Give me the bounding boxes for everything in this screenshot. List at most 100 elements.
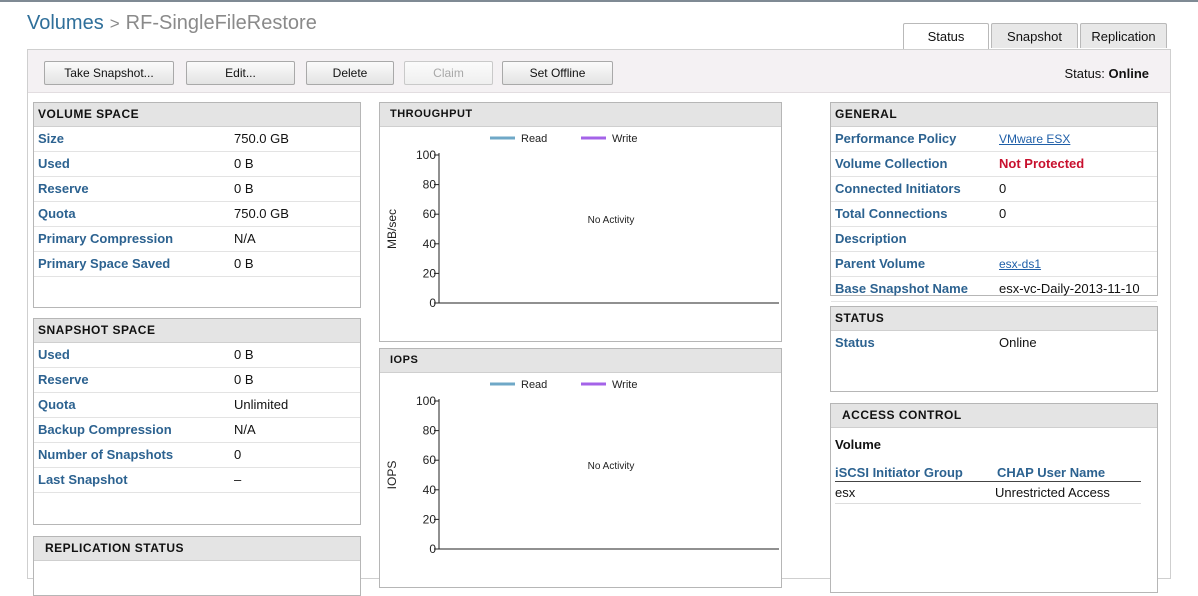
row-value: Unlimited — [234, 397, 289, 412]
row-value: 750.0 GB — [234, 206, 289, 221]
volume-space-header: VOLUME SPACE — [34, 103, 360, 127]
row-value: Not Protected — [999, 156, 1085, 171]
snapshot-space-row: Number of Snapshots 0 — [34, 443, 360, 468]
snapshot-space-row: Reserve 0 B — [34, 368, 360, 393]
row-value: esx-vc-Daily-2013-11-10 — [999, 281, 1140, 296]
row-value: 750.0 GB — [234, 131, 289, 146]
row-value: 0 B — [234, 372, 254, 387]
throughput-header: THROUGHPUT — [380, 103, 781, 127]
snapshot-space-row: Last Snapshot – — [34, 468, 360, 493]
column-header-initiator-group: iSCSI Initiator Group — [835, 465, 963, 480]
volume-space-row: Quota 750.0 GB — [34, 202, 360, 227]
snapshot-space-panel: SNAPSHOT SPACE Used 0 B Reserve 0 B Quota U… — [33, 318, 361, 525]
throughput-panel: THROUGHPUT Read Write 100 80 60 40 20 0 MB/sec No… — [379, 102, 782, 342]
y-axis-label: IOPS — [385, 461, 399, 490]
take-snapshot-button[interactable]: Take Snapshot... — [44, 61, 174, 85]
row-key: Used — [38, 347, 70, 362]
status-readout-value: Online — [1108, 66, 1149, 81]
row-value: 0 B — [234, 347, 254, 362]
row-divider — [835, 503, 1141, 504]
edit-button[interactable]: Edit... — [186, 61, 295, 85]
page-title: Volumes > RF-SingleFileRestore — [27, 12, 317, 35]
status-row: Status Online — [831, 331, 1157, 355]
general-row: Base Snapshot Name esx-vc-Daily-2013-11-1… — [831, 277, 1157, 302]
general-row: Total Connections 0 — [831, 202, 1157, 227]
row-value: 0 — [999, 206, 1007, 221]
access-control-header: ACCESS CONTROL — [831, 404, 1157, 428]
y-tick-label: 0 — [429, 542, 436, 556]
iops-panel: IOPS Read Write 100 80 60 40 20 0 IOPS No Activit… — [379, 348, 782, 588]
row-value: 0 B — [234, 181, 254, 196]
breadcrumb-current: RF-SingleFileRestore — [125, 12, 317, 34]
snapshot-space-header: SNAPSHOT SPACE — [34, 319, 360, 343]
y-tick-label: 20 — [423, 266, 437, 280]
iops-header: IOPS — [380, 349, 781, 373]
row-key: Reserve — [38, 181, 89, 196]
volume-space-row: Used 0 B — [34, 152, 360, 177]
volume-space-panel: VOLUME SPACE Size 750.0 GB Used 0 B Reserv… — [33, 102, 361, 308]
row-key: Last Snapshot — [38, 472, 128, 487]
y-tick-label: 100 — [416, 394, 436, 408]
iops-chart: Read Write 100 80 60 40 20 0 IOPS No Activity — [380, 372, 781, 586]
general-row: Parent Volume esx-ds1 — [831, 252, 1157, 277]
tab-snapshot[interactable]: Snapshot — [991, 23, 1078, 48]
breadcrumb-root[interactable]: Volumes — [27, 12, 104, 34]
performance-policy-link[interactable]: VMware ESX — [999, 127, 1070, 151]
throughput-chart: Read Write 100 80 60 40 20 0 MB/sec No Activity — [380, 126, 781, 340]
parent-volume-link[interactable]: esx-ds1 — [999, 252, 1041, 276]
delete-button[interactable]: Delete — [306, 61, 394, 85]
initiator-group-cell: esx — [835, 485, 856, 500]
status-panel: STATUS Status Online — [830, 306, 1158, 392]
row-key: Base Snapshot Name — [835, 281, 968, 296]
row-key: Size — [38, 131, 65, 146]
chap-user-cell: Unrestricted Access — [995, 485, 1110, 500]
tab-replication[interactable]: Replication — [1080, 23, 1167, 48]
toolbar: Take Snapshot... Edit... Delete Claim Se… — [28, 50, 1170, 93]
row-key: Status — [835, 335, 875, 350]
general-row: Connected Initiators 0 — [831, 177, 1157, 202]
column-header-chap-user: CHAP User Name — [997, 465, 1106, 480]
tab-status[interactable]: Status — [903, 23, 989, 49]
row-key: Total Connections — [835, 206, 948, 221]
y-axis-label: MB/sec — [385, 209, 399, 249]
access-control-subheading: Volume — [835, 437, 881, 452]
y-tick-label: 60 — [423, 207, 437, 221]
claim-button[interactable]: Claim — [404, 61, 493, 85]
row-key: Description — [835, 231, 907, 246]
legend-label-write: Write — [612, 379, 637, 391]
general-row: Volume Collection Not Protected — [831, 152, 1157, 177]
row-key: Reserve — [38, 372, 89, 387]
volume-space-row: Reserve 0 B — [34, 177, 360, 202]
row-value: N/A — [234, 422, 256, 437]
chart-svg: Read Write 100 80 60 40 20 0 MB/sec No Activity — [385, 133, 779, 310]
access-control-panel: ACCESS CONTROL Volume iSCSI Initiator Gr… — [830, 403, 1158, 593]
y-tick-label: 60 — [423, 453, 437, 467]
snapshot-space-row: Backup Compression N/A — [34, 418, 360, 443]
set-offline-button[interactable]: Set Offline — [502, 61, 613, 85]
row-key: Parent Volume — [835, 256, 926, 271]
main-content: Take Snapshot... Edit... Delete Claim Se… — [27, 49, 1171, 596]
volume-space-row: Primary Space Saved 0 B — [34, 252, 360, 277]
y-tick-label: 0 — [429, 296, 436, 310]
replication-status-header: REPLICATION STATUS — [34, 537, 360, 561]
row-key: Primary Space Saved — [38, 256, 171, 271]
row-value: Online — [999, 335, 1037, 350]
volume-space-row: Size 750.0 GB — [34, 127, 360, 152]
status-header: STATUS — [831, 307, 1157, 331]
row-key: Quota — [38, 206, 76, 221]
y-tick-label: 40 — [423, 237, 437, 251]
y-tick-label: 20 — [423, 512, 437, 526]
chart-annotation: No Activity — [588, 461, 635, 472]
y-tick-label: 100 — [416, 148, 436, 162]
general-row: Description — [831, 227, 1157, 252]
status-readout: Status: Online — [1064, 66, 1149, 81]
row-key: Number of Snapshots — [38, 447, 174, 462]
row-key: Connected Initiators — [835, 181, 961, 196]
row-value: 0 — [999, 181, 1007, 196]
row-key: Performance Policy — [835, 131, 957, 146]
legend-label-write: Write — [612, 133, 637, 145]
volume-space-row: Primary Compression N/A — [34, 227, 360, 252]
y-tick-label: 80 — [423, 178, 437, 192]
breadcrumb-separator: > — [109, 14, 120, 33]
legend-label-read: Read — [521, 133, 547, 145]
